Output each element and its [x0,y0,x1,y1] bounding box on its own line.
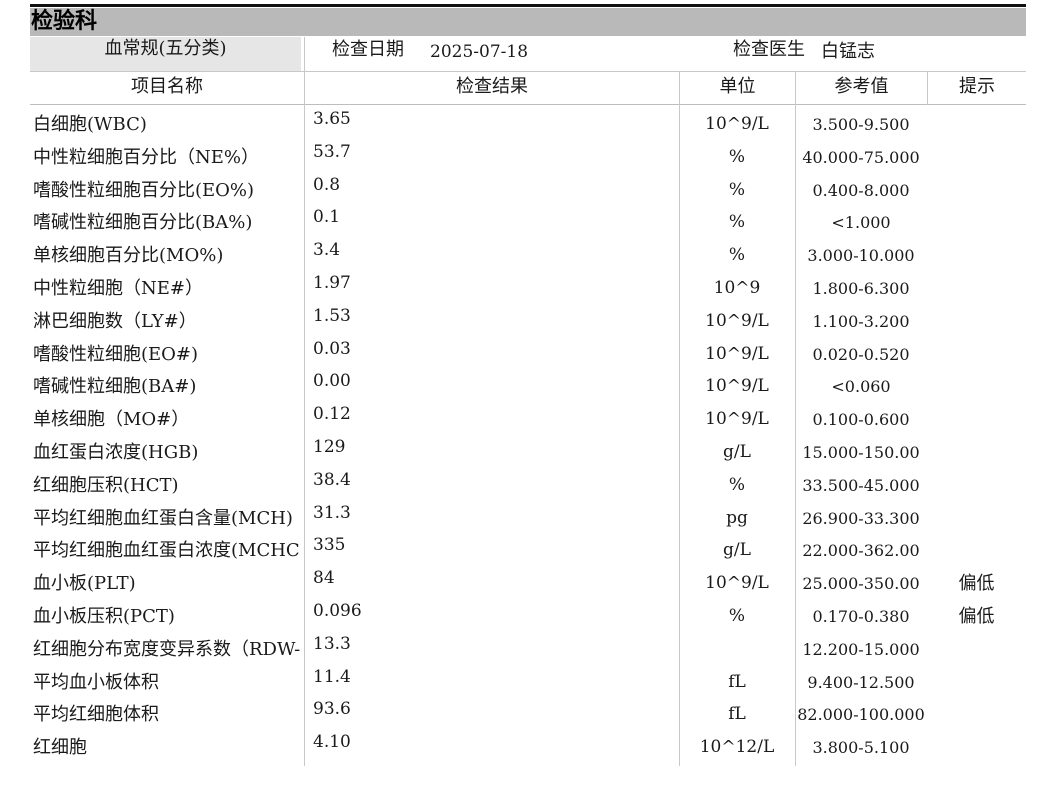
unit: % [728,606,746,626]
unit: % [728,245,746,266]
column-header-unit: 单位 [719,76,756,97]
item-name: 红细胞分布宽度变异系数（RDW- [33,638,301,660]
unit: fL [728,671,746,692]
result-value: 3.4 [313,240,341,261]
column-header-name: 项目名称 [131,76,203,97]
unit: pg [726,507,748,528]
item-name: 红细胞 [33,737,87,759]
unit: g/L [723,442,751,462]
reference-range: 3.500-9.500 [812,115,910,134]
result-value: 31.3 [313,502,351,523]
header-top-line [30,71,1026,72]
doctor-value: 白锰志 [821,41,875,62]
item-name: 嗜酸性粒细胞百分比(EO%) [33,179,255,201]
reference-range: 82.000-100.000 [797,705,925,725]
item-name: 嗜碱性粒细胞百分比(BA%) [33,212,253,234]
reference-range: <1.000 [831,213,891,233]
result-value: 0.096 [313,601,362,621]
unit: % [728,179,746,200]
result-value: 0.1 [313,207,341,228]
top-rule [30,4,1026,7]
reference-range: 12.200-15.000 [802,639,920,659]
result-value: 38.4 [313,469,351,490]
result-value: 0.00 [313,371,351,392]
column-header-reference: 参考值 [834,76,889,97]
result-value: 53.7 [313,141,351,162]
unit: % [728,146,746,167]
unit: 10^9/L [705,114,769,134]
reference-range: 1.800-6.300 [812,279,910,298]
unit: % [728,474,746,495]
item-name: 单核细胞百分比(MO%) [33,245,224,267]
unit: 10^9/L [705,573,769,594]
result-value: 0.03 [313,338,351,359]
result-value: 0.12 [313,404,351,425]
department-bar [30,8,1026,36]
reference-range: 26.900-33.300 [802,508,920,528]
result-value: 13.3 [313,633,351,654]
reference-range: <0.060 [831,377,891,397]
result-value: 335 [313,535,346,556]
result-value: 11.4 [313,666,351,687]
unit: % [728,212,746,233]
table-row: 红细胞 4.10 10^12/L 3.800-5.100 [0,731,1050,764]
unit: g/L [723,540,751,561]
date-value: 2025-07-18 [430,42,529,62]
result-value: 129 [313,437,346,457]
item-name: 血小板压积(PCT) [33,606,175,627]
panel-name: 血常规(五分类) [104,38,227,59]
reference-range: 0.400-8.000 [812,180,910,200]
item-name: 淋巴细胞数（LY#） [33,310,197,332]
result-value: 3.65 [313,109,351,129]
reference-range: 33.500-45.000 [802,475,920,495]
hint: 偏低 [958,573,995,595]
result-value: 84 [313,568,335,589]
result-value: 93.6 [313,699,351,720]
reference-range: 0.020-0.520 [812,344,910,364]
unit: 10^9/L [705,343,769,364]
doctor-label: 检查医生 [733,39,805,60]
reference-range: 9.400-12.500 [807,672,915,692]
column-header-hint: 提示 [959,76,995,97]
column-header-result: 检查结果 [456,76,528,97]
hint: 偏低 [958,606,995,627]
unit: 10^9/L [705,376,769,397]
reference-range: 3.000-10.000 [807,246,915,266]
unit: 10^12/L [699,737,775,758]
reference-range: 22.000-362.00 [802,541,920,561]
unit: 10^9/L [705,310,769,331]
item-name: 中性粒细胞（NE#） [33,278,203,299]
reference-range: 40.000-75.000 [802,147,920,167]
reference-range: 0.170-0.380 [812,607,910,626]
item-name: 嗜酸性粒细胞(EO#) [33,343,199,365]
item-name: 平均红细胞血红蛋白浓度(MCHC [33,540,300,562]
item-name: 白细胞(WBC) [33,114,147,135]
item-name: 单核细胞（MO#） [33,409,190,431]
item-name: 平均血小板体积 [33,671,159,693]
department-title: 检验科 [31,9,98,34]
unit: 10^9 [713,278,761,298]
result-value: 1.53 [313,305,351,326]
reference-range: 25.000-350.00 [802,574,920,594]
item-name: 中性粒细胞百分比（NE%） [33,146,259,168]
reference-range: 1.100-3.200 [812,311,910,331]
item-name: 嗜碱性粒细胞(BA#) [33,376,197,398]
unit: 10^9/L [705,409,769,430]
reference-range: 3.800-5.100 [812,738,910,758]
item-name: 血小板(PLT) [33,573,136,595]
result-value: 4.10 [313,732,351,753]
unit: fL [728,704,746,725]
item-name: 血红蛋白浓度(HGB) [33,442,199,463]
result-value: 0.8 [313,174,341,195]
item-name: 平均红细胞血红蛋白含量(MCH) [33,507,293,529]
item-name: 平均红细胞体积 [33,704,159,726]
item-name: 红细胞压积(HCT) [33,474,179,496]
result-value: 1.97 [313,273,351,293]
panel-name-box: 血常规(五分类) [30,37,301,71]
date-label: 检查日期 [332,39,404,60]
reference-range: 0.100-0.600 [812,410,910,430]
reference-range: 15.000-150.00 [802,443,920,462]
